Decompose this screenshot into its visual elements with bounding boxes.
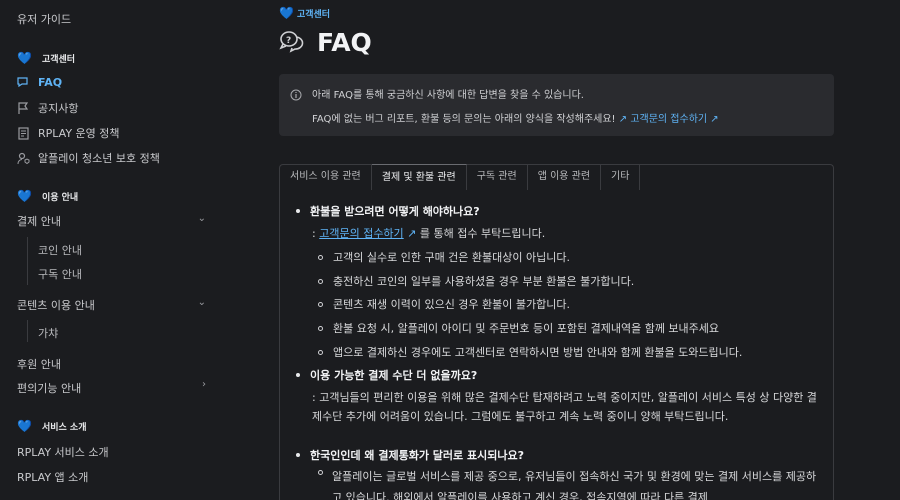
faq-answer: : 고객님들의 편리한 이용을 위해 많은 결제수단 탑재하려고 노력 중이지만… <box>312 391 817 423</box>
list-item: 충전하신 코인의 일부를 사용하셨을 경우 부분 환불은 불가합니다. <box>318 273 634 289</box>
sidebar-item-app-intro[interactable]: RPLAY 앱 소개 <box>17 469 88 485</box>
tab-service[interactable]: 서비스 이용 관련 <box>280 165 372 190</box>
faq-answer: 알플레이는 글로벌 서비스를 제공 중으로, 유저님들이 접속하신 국가 및 환… <box>332 470 817 500</box>
info-icon <box>290 86 302 105</box>
heart-icon: 💙 <box>279 6 294 20</box>
submenu-line <box>27 237 28 285</box>
sidebar-item-user-guide[interactable]: 유저 가이드 <box>17 11 71 27</box>
sidebar-item-subscription[interactable]: 구독 안내 <box>38 266 82 282</box>
tab-app-use[interactable]: 앱 이용 관련 <box>528 165 602 190</box>
chevron-down-icon[interactable]: ⌄ <box>198 297 206 308</box>
tab-bar: 서비스 이용 관련 결제 및 환불 관련 구독 관련 앱 이용 관련 기타 <box>279 164 834 190</box>
faq-panel: 환불을 받으려면 어떻게 해야하나요? : 고객문의 접수하기 ↗ 를 통해 접… <box>279 190 834 500</box>
breadcrumb[interactable]: 💙 고객센터 <box>279 6 330 20</box>
sidebar-item-content-use[interactable]: 콘텐츠 이용 안내 <box>17 297 95 313</box>
faq-question: 이용 가능한 결제 수단 더 없을까요? <box>296 367 477 383</box>
user-shield-icon <box>17 152 30 165</box>
sidebar-item-faq[interactable]: FAQ <box>17 76 62 89</box>
main-content: 💙 고객센터 ? FAQ 아래 FAQ를 통해 궁금하신 사항에 대한 답변을 … <box>279 0 834 500</box>
faq-answer: : 고객문의 접수하기 ↗ 를 통해 접수 부탁드립니다. <box>312 227 546 240</box>
sidebar-section-service: 💙 서비스 소개 <box>17 419 87 433</box>
contact-link[interactable]: 고객문의 접수하기 <box>319 227 403 240</box>
svg-text:?: ? <box>286 36 291 46</box>
contact-link[interactable]: ↗ 고객문의 접수하기 ↗ <box>619 114 719 125</box>
chat-icon <box>17 76 30 89</box>
external-link-icon: ↗ <box>403 227 417 240</box>
list-item: 고객의 실수로 인한 구매 건은 환불대상이 아닙니다. <box>318 249 570 265</box>
document-icon <box>17 126 30 140</box>
flag-icon <box>17 101 30 115</box>
sidebar-item-convenience[interactable]: 편의기능 안내 <box>17 380 81 396</box>
sidebar-item-gacha[interactable]: 가챠 <box>38 325 58 341</box>
notice-box: 아래 FAQ를 통해 궁금하신 사항에 대한 답변을 찾을 수 있습니다. FA… <box>279 74 834 136</box>
sidebar-item-coin[interactable]: 코인 안내 <box>38 242 82 258</box>
chevron-right-icon[interactable]: › <box>202 379 206 390</box>
heart-icon: 💙 <box>17 419 32 433</box>
sidebar-item-youth-policy[interactable]: 알플레이 청소년 보호 정책 <box>17 150 160 166</box>
submenu-line <box>27 320 28 342</box>
sidebar: 유저 가이드 💙 고객센터 FAQ 공지사항 RPLAY 운영 정책 알플레이 … <box>0 0 230 500</box>
tab-subscription[interactable]: 구독 관련 <box>467 165 528 190</box>
tab-payment-refund[interactable]: 결제 및 환불 관련 <box>371 164 467 190</box>
tab-etc[interactable]: 기타 <box>601 165 641 190</box>
sidebar-item-policy[interactable]: RPLAY 운영 정책 <box>17 125 120 141</box>
chat-bubbles-icon: ? <box>279 29 307 57</box>
list-item <box>318 470 333 475</box>
faq-question: 한국인인데 왜 결제통화가 달러로 표시되나요? <box>296 447 524 463</box>
notice-text: 아래 FAQ를 통해 궁금하신 사항에 대한 답변을 찾을 수 있습니다. <box>312 90 584 101</box>
sidebar-item-donation[interactable]: 후원 안내 <box>17 356 61 372</box>
sidebar-item-service-intro[interactable]: RPLAY 서비스 소개 <box>17 444 109 460</box>
faq-question: 환불을 받으려면 어떻게 해야하나요? <box>296 203 480 219</box>
chevron-down-icon[interactable]: ⌄ <box>198 213 206 224</box>
sidebar-item-payment[interactable]: 결제 안내 <box>17 213 213 229</box>
notice-text-2: FAQ에 없는 버그 리포트, 환불 등의 문의는 아래의 양식을 작성해주세요… <box>312 114 719 125</box>
sidebar-section-support: 💙 고객센터 <box>17 51 76 65</box>
list-item: 환불 요청 시, 알플레이 아이디 및 주문번호 등이 포함된 결제내역을 함께… <box>318 320 719 336</box>
sidebar-section-usage: 💙 이용 안내 <box>17 189 79 203</box>
heart-icon: 💙 <box>17 51 32 65</box>
page-title: ? FAQ <box>279 28 372 57</box>
sidebar-item-notice[interactable]: 공지사항 <box>17 100 78 116</box>
list-item: 콘텐츠 재생 이력이 있으신 경우 환불이 불가합니다. <box>318 296 570 312</box>
list-item: 앱으로 결제하신 경우에도 고객센터로 연락하시면 방법 안내와 함께 환불을 … <box>318 344 742 360</box>
heart-icon: 💙 <box>17 189 32 203</box>
